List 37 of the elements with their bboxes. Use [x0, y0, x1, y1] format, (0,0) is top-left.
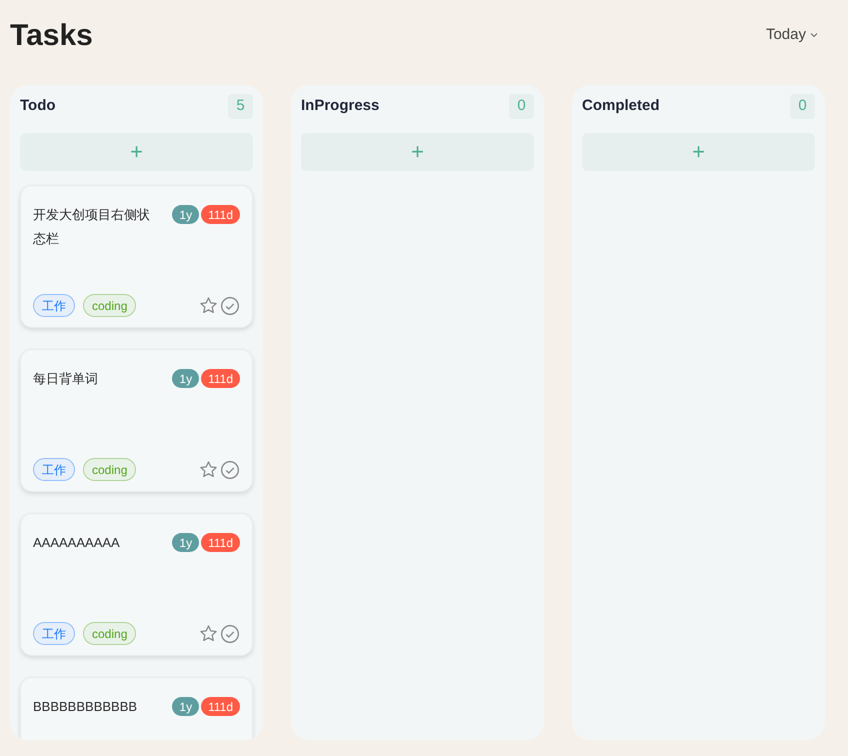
star-icon[interactable]	[199, 296, 218, 315]
page-title: Tasks	[10, 18, 93, 54]
task-count: 0	[790, 94, 815, 119]
tag: coding	[83, 622, 136, 645]
task-card[interactable]: 开发大创项目右侧状态栏 1y 111d 工作 coding	[20, 185, 253, 328]
tag: 工作	[33, 458, 75, 481]
star-icon[interactable]	[199, 624, 218, 643]
time-badge: 1y	[172, 697, 200, 716]
time-badge: 1y	[172, 205, 200, 224]
tag: 工作	[33, 622, 75, 645]
check-circle-icon[interactable]	[220, 460, 240, 480]
time-badge: 111d	[201, 533, 240, 552]
task-title: BBBBBBBBBBBB	[33, 698, 138, 716]
check-circle-icon[interactable]	[220, 624, 240, 644]
task-title: 每日背单词	[33, 370, 99, 388]
period-dropdown[interactable]: Today	[766, 24, 818, 46]
tag: coding	[83, 458, 136, 481]
task-card[interactable]: BBBBBBBBBBBB 1y 111d	[20, 677, 253, 740]
task-count: 5	[228, 94, 253, 119]
task-title: 开发大创项目右侧状态栏	[33, 206, 151, 248]
tag: 工作	[33, 294, 75, 317]
time-badge: 1y	[172, 369, 200, 388]
column-title: InProgress	[301, 96, 380, 116]
check-circle-icon[interactable]	[220, 296, 240, 316]
task-card[interactable]: AAAAAAAAAA 1y 111d 工作 coding	[20, 513, 253, 656]
time-badge: 1y	[172, 533, 200, 552]
star-icon[interactable]	[199, 460, 218, 479]
column-title: Todo	[20, 96, 56, 116]
tag: coding	[83, 294, 136, 317]
task-card[interactable]: 每日背单词 1y 111d 工作 coding	[20, 349, 253, 492]
column-title: Completed	[582, 96, 660, 116]
task-title: AAAAAAAAAA	[33, 534, 121, 552]
time-badge: 111d	[201, 369, 240, 388]
time-badge: 111d	[201, 697, 240, 716]
time-badge: 111d	[201, 205, 240, 224]
task-count: 0	[509, 94, 534, 119]
caret-icon	[810, 32, 818, 38]
